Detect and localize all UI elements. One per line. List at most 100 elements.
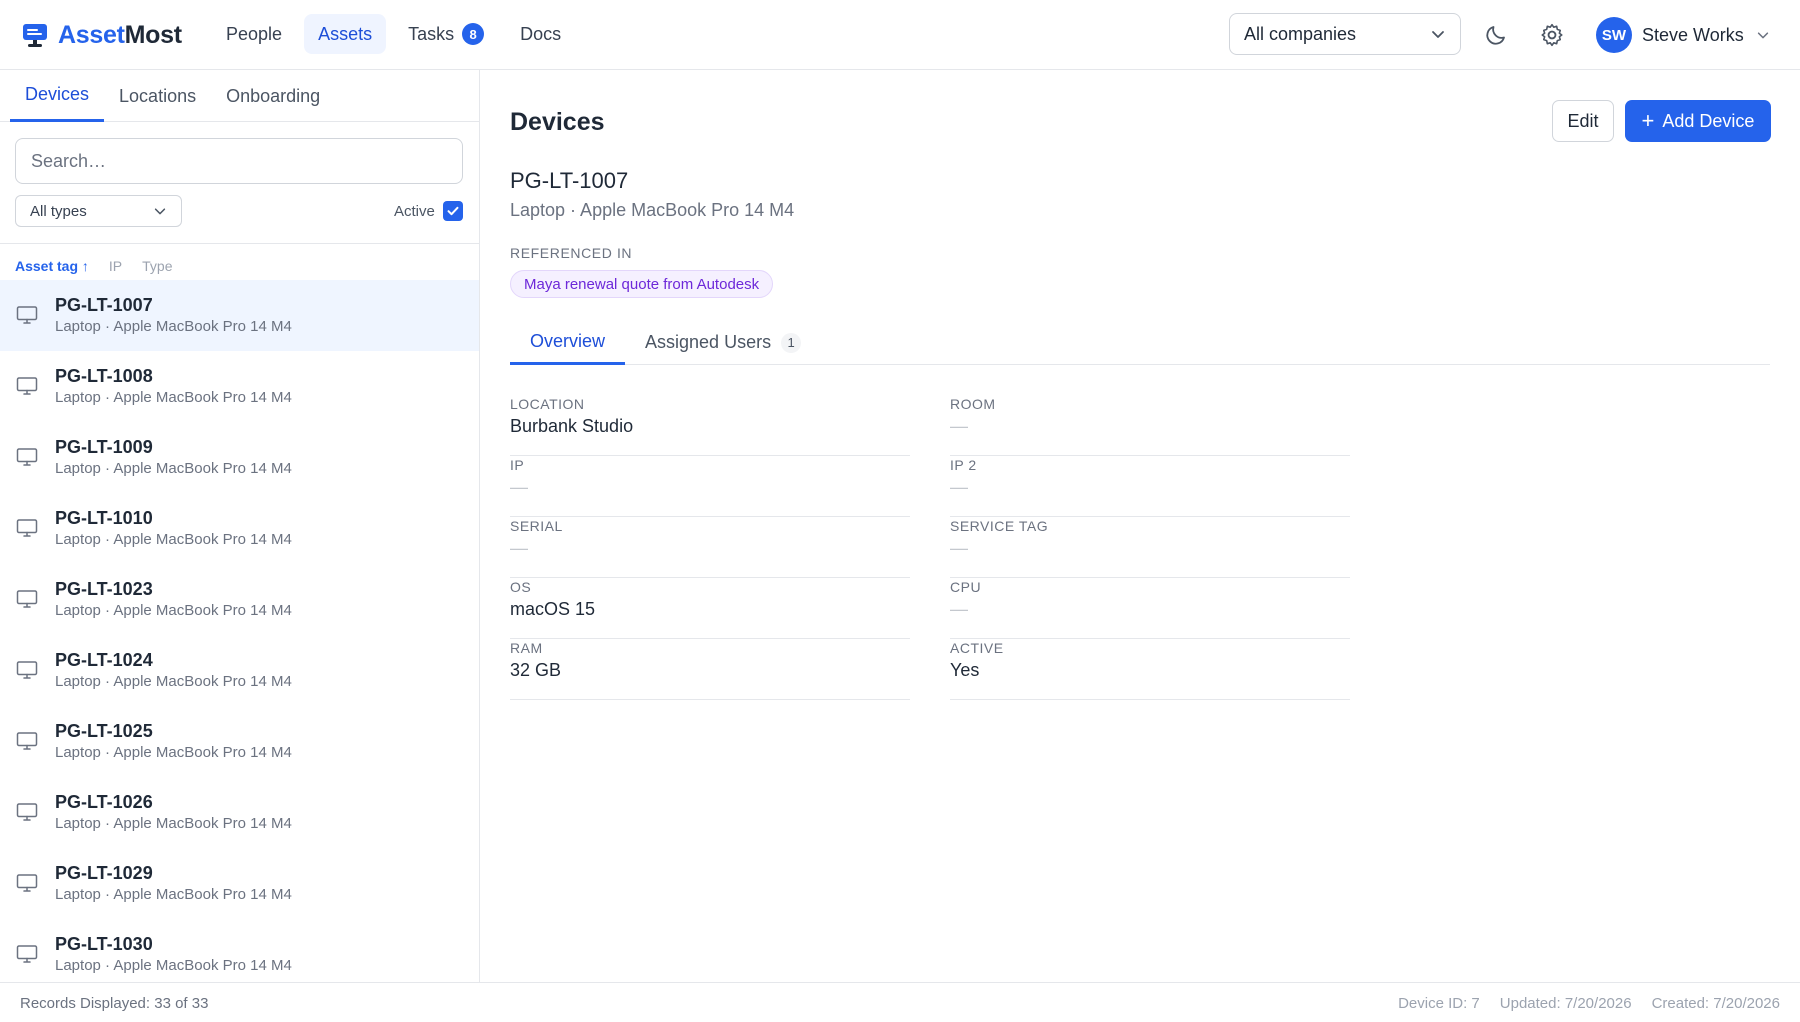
- company-select[interactable]: All companies: [1229, 13, 1461, 55]
- device-subtitle: Laptop · Apple MacBook Pro 14 M4: [55, 956, 292, 974]
- brand-name: AssetMost: [58, 20, 182, 49]
- referenced-doc-chip[interactable]: Maya renewal quote from Autodesk: [510, 270, 774, 298]
- sort-asset-tag[interactable]: Asset tag ↑: [15, 258, 89, 274]
- avatar: SW: [1596, 17, 1632, 53]
- field-service-tag: SERVICE TAG —: [950, 507, 1350, 578]
- tab-devices[interactable]: Devices: [10, 70, 105, 122]
- active-checkbox[interactable]: [442, 201, 463, 221]
- records-count: Records Displayed: 33 of 33: [20, 995, 209, 1012]
- moon-icon: [1486, 26, 1505, 45]
- main-nav: People Assets Tasks 8 Docs: [212, 14, 583, 54]
- tab-overview[interactable]: Overview: [510, 320, 626, 365]
- edit-button[interactable]: Edit: [1552, 100, 1614, 142]
- sidebar: Devices Locations Onboarding All types A…: [0, 70, 480, 982]
- detail-tabs: Overview Assigned Users 1: [510, 320, 1770, 365]
- top-navbar: AssetMost People Assets Tasks 8 Docs All …: [0, 0, 1800, 70]
- field-row: IP — IP 2—: [510, 446, 1350, 517]
- field-os: OS macOS 15: [510, 568, 950, 639]
- device-subtitle: Laptop · Apple MacBook Pro 14 M4: [510, 200, 795, 220]
- device-detail-panel: Devices Edit + Add Device PG-LT-1007 Lapt…: [480, 70, 1800, 982]
- device-tag: PG-LT-1025: [55, 720, 153, 741]
- field-row: SERIAL — SERVICE TAG —: [510, 507, 1350, 578]
- chevron-down-icon: [1432, 31, 1444, 38]
- device-id: Device ID: 7: [1398, 995, 1480, 1012]
- sort-ip[interactable]: IP: [109, 258, 122, 274]
- device-fields: LOCATION Burbank Studio ROOM — IP — IP 2— S…: [510, 385, 1350, 700]
- list-item[interactable]: PG-LT-1007 Laptop · Apple MacBook Pro 14 …: [0, 280, 479, 351]
- device-tag: PG-LT-1010: [55, 507, 153, 528]
- field-ip: IP —: [510, 446, 950, 517]
- device-tag: PG-LT-1009: [55, 436, 153, 457]
- divider: [0, 243, 479, 244]
- add-device-button[interactable]: + Add Device: [1625, 100, 1771, 142]
- monitor-icon: [16, 945, 38, 963]
- monitor-icon: [16, 519, 38, 537]
- monitor-icon: [16, 803, 38, 821]
- plus-icon: +: [1641, 108, 1655, 133]
- nav-tasks[interactable]: Tasks 8: [394, 14, 498, 54]
- list-item[interactable]: PG-LT-1025 Laptop · Apple MacBook Pro 14 …: [0, 706, 479, 777]
- device-subtitle: Laptop · Apple MacBook Pro 14 M4: [55, 459, 292, 477]
- device-subtitle: Laptop · Apple MacBook Pro 14 M4: [55, 814, 292, 832]
- gear-icon: [1541, 23, 1563, 47]
- list-item[interactable]: PG-LT-1030 Laptop · Apple MacBook Pro 14 …: [0, 919, 479, 982]
- theme-toggle-button[interactable]: [1479, 18, 1513, 52]
- user-name: Steve Works: [1642, 24, 1744, 45]
- field-row: LOCATION Burbank Studio ROOM —: [510, 385, 1350, 456]
- device-tag: PG-LT-1024: [55, 649, 153, 670]
- device-tag: PG-LT-1030: [55, 933, 153, 954]
- device-subtitle: Laptop · Apple MacBook Pro 14 M4: [55, 388, 292, 406]
- brand[interactable]: AssetMost: [22, 20, 182, 50]
- nav-people[interactable]: People: [212, 14, 296, 54]
- field-row: RAM 32 GB ACTIVE Yes: [510, 629, 1350, 700]
- type-filter-select[interactable]: All types: [15, 195, 182, 227]
- monitor-icon: [16, 661, 38, 679]
- nav-docs[interactable]: Docs: [506, 14, 575, 54]
- active-filter-label: Active: [394, 202, 435, 220]
- list-item[interactable]: PG-LT-1023 Laptop · Apple MacBook Pro 14 …: [0, 564, 479, 635]
- list-item[interactable]: PG-LT-1024 Laptop · Apple MacBook Pro 14 …: [0, 635, 479, 706]
- list-item[interactable]: PG-LT-1010 Laptop · Apple MacBook Pro 14 …: [0, 493, 479, 564]
- device-tag: PG-LT-1029: [55, 862, 153, 883]
- device-subtitle: Laptop · Apple MacBook Pro 14 M4: [55, 601, 292, 619]
- chevron-down-icon: [1757, 32, 1768, 39]
- monitor-icon: [16, 590, 38, 608]
- field-active: ACTIVE Yes: [950, 629, 1350, 700]
- list-item[interactable]: PG-LT-1009 Laptop · Apple MacBook Pro 14 …: [0, 422, 479, 493]
- field-cpu: CPU —: [950, 568, 1350, 639]
- monitor-icon: [16, 448, 38, 466]
- type-filter-value: All types: [30, 202, 87, 220]
- device-tag: PG-LT-1026: [55, 791, 153, 812]
- user-menu[interactable]: SW Steve Works: [1596, 17, 1770, 53]
- page-title: Devices: [510, 108, 605, 136]
- check-icon: [447, 206, 459, 216]
- add-device-label: Add Device: [1662, 110, 1755, 131]
- nav-assets[interactable]: Assets: [304, 14, 387, 54]
- tab-assigned-users[interactable]: Assigned Users 1: [625, 320, 821, 365]
- device-tag: PG-LT-1007: [55, 294, 153, 315]
- sort-type[interactable]: Type: [142, 258, 172, 274]
- monitor-icon: [16, 874, 38, 892]
- field-serial: SERIAL —: [510, 507, 950, 578]
- monitor-icon: [16, 306, 38, 324]
- search-input[interactable]: [15, 138, 463, 184]
- device-subtitle: Laptop · Apple MacBook Pro 14 M4: [55, 885, 292, 903]
- tasks-count-badge: 8: [462, 23, 485, 45]
- device-subtitle: Laptop · Apple MacBook Pro 14 M4: [55, 530, 292, 548]
- list-item[interactable]: PG-LT-1029 Laptop · Apple MacBook Pro 14 …: [0, 848, 479, 919]
- sort-columns: Asset tag ↑ IP Type: [15, 255, 193, 277]
- device-list: PG-LT-1007 Laptop · Apple MacBook Pro 14 …: [0, 280, 479, 982]
- settings-button[interactable]: [1535, 18, 1569, 52]
- tab-locations[interactable]: Locations: [104, 70, 211, 122]
- tab-onboarding[interactable]: Onboarding: [211, 70, 335, 122]
- monitor-icon: [16, 732, 38, 750]
- field-ip2: IP 2—: [950, 446, 1350, 517]
- referenced-in-label: REFERENCED IN: [510, 245, 633, 261]
- monitor-icon: [16, 377, 38, 395]
- sidebar-tabs: Devices Locations Onboarding: [0, 70, 479, 122]
- active-filter: Active: [394, 197, 463, 225]
- list-item[interactable]: PG-LT-1026 Laptop · Apple MacBook Pro 14 …: [0, 777, 479, 848]
- created-date: Created: 7/20/2026: [1651, 995, 1780, 1012]
- device-subtitle: Laptop · Apple MacBook Pro 14 M4: [55, 317, 292, 335]
- list-item[interactable]: PG-LT-1008 Laptop · Apple MacBook Pro 14 …: [0, 351, 479, 422]
